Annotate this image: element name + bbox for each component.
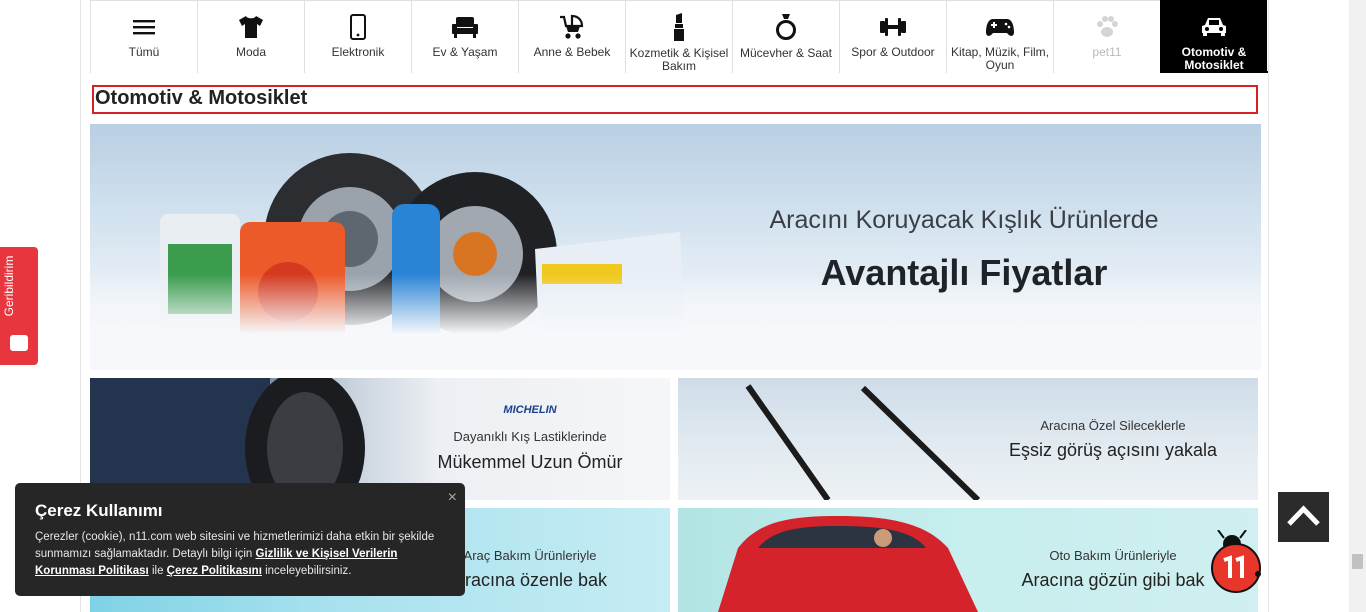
category-tab-jewelry[interactable]: Mücevher & Saat xyxy=(732,0,839,73)
cookie-text-part: inceleyebilirsiniz. xyxy=(261,565,352,577)
ladybug-icon xyxy=(1211,529,1261,593)
cookie-policy-link[interactable]: Çerez Politikasını xyxy=(167,565,262,577)
page-scrollbar[interactable] xyxy=(1349,0,1366,612)
category-label: Kitap, Müzik, Film, Oyun xyxy=(950,45,1049,72)
category-tab-electronics[interactable]: Elektronik xyxy=(304,0,411,73)
menu-icon xyxy=(133,13,155,40)
close-icon[interactable]: × xyxy=(448,489,457,507)
wiper-image xyxy=(745,384,981,500)
hero-subheadline: Avantajlı Fiyatlar xyxy=(820,252,1108,293)
stroller-icon xyxy=(558,13,586,40)
category-label: Ev & Yaşam xyxy=(432,45,498,59)
category-tab-fashion[interactable]: Moda xyxy=(197,0,304,73)
category-label: Tümü xyxy=(128,45,160,59)
winter-tire-image xyxy=(90,378,365,500)
category-tab-sport[interactable]: Spor & Outdoor xyxy=(839,0,946,73)
tile-subtitle: Araç Bakım Ürünleriyle xyxy=(463,548,597,563)
category-tab-home[interactable]: Ev & Yaşam xyxy=(411,0,518,73)
feedback-tab[interactable]: Geribildirim xyxy=(0,247,38,365)
tile-subtitle: Aracına Özel Sileceklerle xyxy=(1040,418,1186,433)
category-tab-cosmetics[interactable]: Kozmetik & Kişisel Bakım xyxy=(625,0,732,73)
category-label: Elektronik xyxy=(331,45,385,59)
category-label: Otomotiv & Motosiklet xyxy=(1181,45,1247,72)
tile-title: Eşsiz görüş açısını yakala xyxy=(1008,440,1218,460)
tile-title: Aracına gözün gibi bak xyxy=(1021,570,1205,590)
tile-subtitle: Dayanıklı Kış Lastiklerinde xyxy=(453,429,607,444)
hero-banner[interactable]: Aracını Koruyacak Kışlık Ürünlerde Avant… xyxy=(90,124,1261,370)
cookie-banner: × Çerez Kullanımı Çerezler (cookie), n11… xyxy=(15,483,465,596)
dumbbell-icon xyxy=(879,13,907,40)
ring-icon xyxy=(775,13,797,41)
tile-subtitle: Oto Bakım Ürünleriyle xyxy=(1049,548,1177,563)
car-icon xyxy=(1200,13,1228,40)
gamepad-icon xyxy=(985,13,1015,40)
lipstick-icon xyxy=(673,13,685,41)
promo-tile-michelin[interactable]: MICHELIN Dayanıklı Kış Lastiklerinde Mük… xyxy=(90,378,670,500)
michelin-brand: MICHELIN xyxy=(503,404,557,416)
category-label: pet11 xyxy=(1092,45,1122,59)
category-tab-all[interactable]: Tümü xyxy=(90,0,197,73)
cookie-text: Çerezler (cookie), n11.com web sitesini … xyxy=(35,529,445,580)
hero-headline: Aracını Koruyacak Kışlık Ürünlerde xyxy=(769,206,1159,234)
paw-icon xyxy=(1095,13,1119,40)
feedback-label: Geribildirim xyxy=(2,255,16,317)
tile-title: Mükemmel Uzun Ömür xyxy=(437,452,623,472)
ladybug-mascot[interactable] xyxy=(1204,529,1270,596)
category-label: Anne & Bebek xyxy=(533,45,611,59)
back-to-top-button[interactable] xyxy=(1278,492,1329,542)
promo-tile-wiper[interactable]: Aracına Özel Sileceklerle Eşsiz görüş aç… xyxy=(678,378,1258,500)
phone-icon xyxy=(350,13,366,40)
category-nav: Tümü Moda Elektronik Ev & Yaşam Anne & B… xyxy=(90,0,1268,73)
tshirt-icon xyxy=(238,13,264,40)
category-tab-baby[interactable]: Anne & Bebek xyxy=(518,0,625,73)
category-tab-pet11[interactable]: pet11 xyxy=(1053,0,1160,73)
category-tab-automotive[interactable]: Otomotiv & Motosiklet xyxy=(1160,0,1267,73)
category-label: Moda xyxy=(235,45,267,59)
category-tab-books[interactable]: Kitap, Müzik, Film, Oyun xyxy=(946,0,1053,73)
cookie-text-part: ile xyxy=(148,565,167,577)
category-label: Kozmetik & Kişisel Bakım xyxy=(629,46,729,73)
category-label: Mücevher & Saat xyxy=(739,46,833,60)
section-title: Otomotiv & Motosiklet xyxy=(92,85,1258,114)
smile-icon xyxy=(10,335,28,351)
category-label: Spor & Outdoor xyxy=(851,45,935,59)
armchair-icon xyxy=(451,13,479,40)
promo-tile-car[interactable]: Oto Bakım Ürünleriyle Aracına gözün gibi… xyxy=(678,508,1258,612)
scrollbar-thumb[interactable] xyxy=(1352,554,1363,569)
cookie-title: Çerez Kullanımı xyxy=(35,501,163,520)
red-car-image xyxy=(718,516,978,612)
chevron-up-icon xyxy=(1287,505,1320,526)
